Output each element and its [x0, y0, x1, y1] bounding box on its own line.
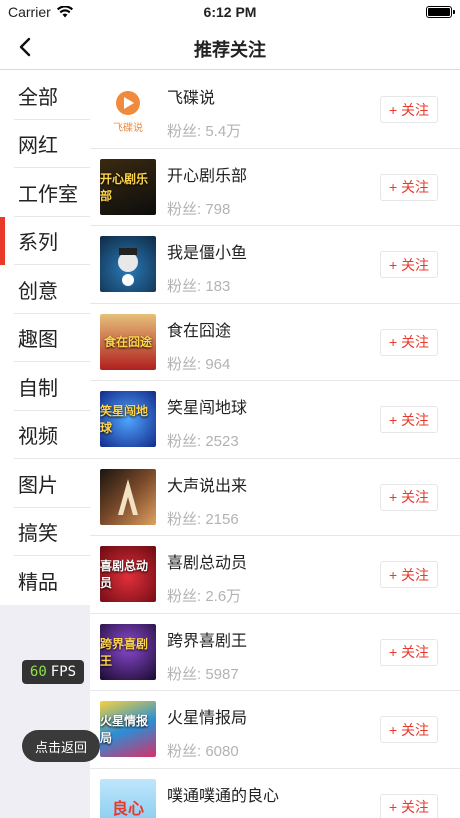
user-name: 笑星闯地球 [167, 400, 248, 417]
sidebar-item-label: 趣图 [18, 329, 58, 352]
user-name: 跨界喜剧王 [167, 632, 248, 650]
sidebar-item-label: 网红 [18, 135, 58, 158]
follow-button[interactable]: + 关注 [380, 793, 438, 818]
play-logo-icon: 飞碟说 [113, 91, 143, 134]
svg-text:飞碟说: 飞碟说 [113, 121, 143, 134]
avatar [100, 468, 156, 525]
avatar: 火星情报局 [100, 701, 156, 757]
sidebar-item-premium[interactable]: 精品 [0, 556, 90, 605]
follow-button[interactable]: + 关注 [380, 406, 438, 433]
user-name: 飞碟说 [167, 90, 216, 107]
fps-value: 60 [29, 664, 47, 680]
list-item[interactable]: 开心剧乐部 开心剧乐部 粉丝: 798 + 关注 [90, 149, 460, 226]
status-time: 6:12 PM [203, 4, 257, 20]
avatar: 跨界喜剧王 [100, 623, 156, 680]
avatar [100, 236, 156, 292]
sidebar-item-label: 系列 [18, 232, 58, 255]
user-name: 大声说出来 [167, 477, 248, 495]
list-item[interactable]: 大声说出来 粉丝: 2156 + 关注 [90, 459, 460, 536]
click-return-button[interactable]: 点击返回 [22, 730, 100, 762]
avatar-text: 食在囧途 [103, 335, 152, 349]
user-name: 开心剧乐部 [167, 167, 248, 185]
avatar-text: 火星情报局 [100, 714, 149, 745]
list-item[interactable]: 跨界喜剧王 跨界喜剧王 粉丝: 5987 + 关注 [90, 614, 460, 691]
fan-count: 粉丝: 2.6万 [167, 588, 242, 605]
category-sidebar: 全部 网红 工作室 系列 创意 趣图 自制 视频 图片 搞笑 精品 [0, 71, 90, 818]
avatar-text: 良心 [111, 800, 144, 818]
avatar: 飞碟说 [100, 81, 156, 137]
avatar: 喜剧总动员 [100, 546, 156, 602]
avatar: 开心剧乐部 [100, 158, 156, 215]
avatar-text: 跨界喜剧王 [100, 636, 149, 668]
page-title: 推荐关注 [194, 40, 266, 60]
sidebar-item-creative[interactable]: 创意 [0, 265, 90, 314]
sidebar-item-fun-pics[interactable]: 趣图 [0, 313, 90, 362]
sidebar-item-label: 创意 [18, 280, 58, 303]
fan-count: 粉丝: 798 [167, 200, 231, 218]
avatar: 良心 [100, 778, 156, 818]
fan-count: 粉丝: 2156 [167, 510, 239, 528]
fan-count: 粉丝: 5987 [167, 665, 239, 683]
sidebar-item-label: 工作室 [18, 183, 78, 206]
fan-count: 粉丝: 183 [167, 278, 231, 295]
list-item[interactable]: 喜剧总动员 喜剧总动员 粉丝: 2.6万 + 关注 [90, 536, 460, 614]
fan-count: 粉丝: 5.4万 [167, 123, 242, 140]
list-item[interactable]: 我是僵小鱼 粉丝: 183 + 关注 [90, 226, 460, 304]
fps-unit: FPS [50, 664, 77, 680]
nav-bar: 推荐关注 [0, 24, 460, 70]
follow-button[interactable]: + 关注 [380, 251, 438, 278]
follow-button[interactable]: + 关注 [380, 716, 438, 743]
list-item[interactable]: 良心 噗通噗通的良心 + 关注 [90, 769, 460, 818]
sidebar-item-label: 自制 [18, 377, 58, 400]
follow-button[interactable]: + 关注 [380, 328, 438, 356]
avatar-text: 喜剧总动员 [100, 559, 149, 590]
avatar: 笑星闯地球 [100, 391, 156, 447]
fps-indicator: 60 FPS [22, 660, 84, 684]
follow-button[interactable]: + 关注 [380, 483, 438, 511]
recommended-user-list: 飞碟说 飞碟说 粉丝: 5.4万 + 关注 开心剧乐部 开心剧乐部 粉丝: 79… [90, 71, 460, 818]
sidebar-item-label: 搞笑 [18, 523, 58, 546]
sidebar-item-label: 精品 [18, 571, 58, 594]
user-name: 火星情报局 [167, 710, 248, 727]
character-icon [118, 248, 138, 286]
user-name: 食在囧途 [167, 322, 232, 340]
follow-button[interactable]: + 关注 [380, 561, 438, 588]
avatar: 食在囧途 [100, 313, 156, 370]
list-item[interactable]: 食在囧途 食在囧途 粉丝: 964 + 关注 [90, 304, 460, 381]
sidebar-item-video[interactable]: 视频 [0, 410, 90, 459]
fan-count: 粉丝: 964 [167, 355, 231, 373]
letter-logo-icon [118, 478, 138, 515]
fan-count: 粉丝: 6080 [167, 743, 239, 760]
list-item[interactable]: 笑星闯地球 笑星闯地球 粉丝: 2523 + 关注 [90, 381, 460, 459]
follow-button[interactable]: + 关注 [380, 638, 438, 666]
status-bar: Carrier 6:12 PM [0, 0, 460, 24]
sidebar-item-studio[interactable]: 工作室 [0, 168, 90, 217]
follow-button[interactable]: + 关注 [380, 96, 438, 123]
battery-icon [426, 6, 455, 18]
sidebar-item-funny[interactable]: 搞笑 [0, 507, 90, 556]
sidebar-item-series[interactable]: 系列 [0, 216, 90, 265]
follow-button[interactable]: + 关注 [380, 173, 438, 201]
user-name: 我是僵小鱼 [167, 245, 248, 262]
sidebar-item-influencer[interactable]: 网红 [0, 119, 90, 168]
list-item[interactable]: 飞碟说 飞碟说 粉丝: 5.4万 + 关注 [90, 71, 460, 149]
avatar-text: 开心剧乐部 [100, 171, 149, 203]
list-item[interactable]: 火星情报局 火星情报局 粉丝: 6080 + 关注 [90, 691, 460, 769]
sidebar-item-all[interactable]: 全部 [0, 71, 90, 120]
sidebar-item-label: 图片 [18, 474, 58, 497]
avatar-text: 笑星闯地球 [100, 404, 149, 435]
user-name: 喜剧总动员 [167, 555, 248, 572]
user-name: 噗通噗通的良心 [167, 787, 280, 805]
sidebar-item-images[interactable]: 图片 [0, 459, 90, 508]
fan-count: 粉丝: 2523 [167, 433, 239, 450]
sidebar-item-self-made[interactable]: 自制 [0, 362, 90, 411]
sidebar-item-label: 全部 [18, 86, 58, 109]
sidebar-item-label: 视频 [18, 426, 58, 449]
